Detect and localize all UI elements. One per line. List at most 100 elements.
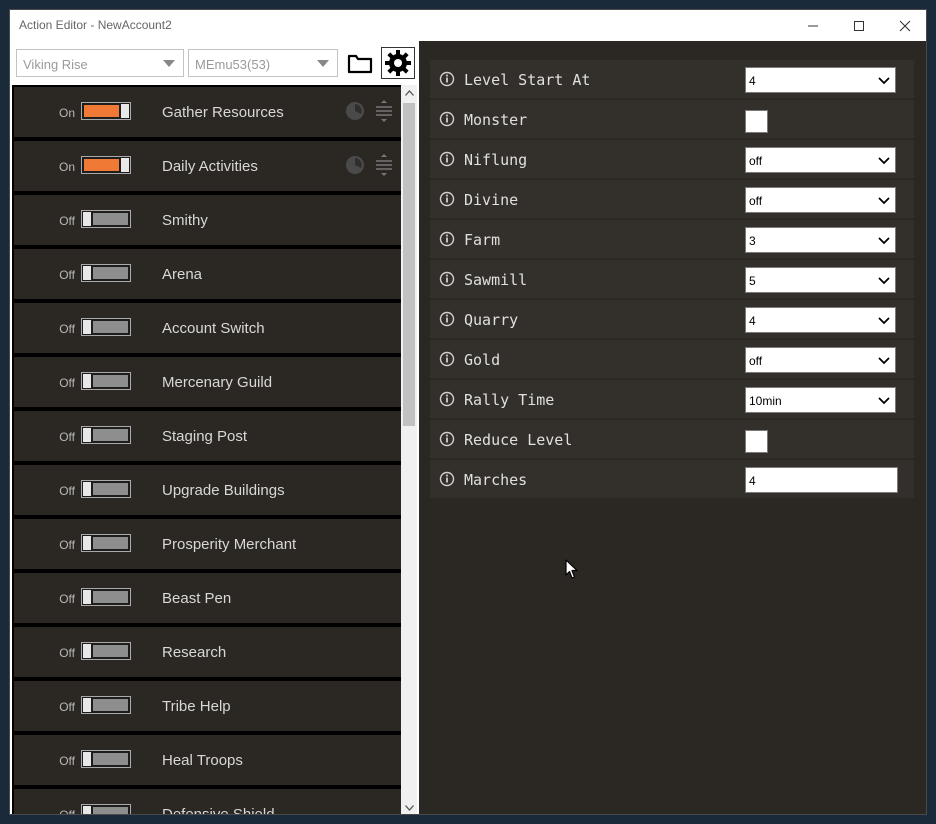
action-row[interactable]: Off Smithy	[14, 195, 401, 245]
info-icon[interactable]	[439, 151, 455, 167]
action-label: Heal Troops	[162, 752, 243, 769]
action-state-label: Off	[59, 754, 75, 768]
property-checkbox[interactable]	[745, 110, 768, 133]
property-select-value: off	[749, 154, 763, 168]
property-select[interactable]: off	[745, 347, 896, 373]
property-name: Farm	[464, 231, 501, 249]
property-select-value: off	[749, 194, 763, 208]
action-toggle[interactable]	[81, 372, 131, 390]
property-select-value: 4	[749, 74, 756, 88]
action-row[interactable]: Off Heal Troops	[14, 735, 401, 785]
action-row[interactable]: Off Staging Post	[14, 411, 401, 461]
action-row[interactable]: Off Account Switch	[14, 303, 401, 353]
info-icon[interactable]	[439, 351, 455, 367]
action-toggle[interactable]	[81, 102, 131, 120]
drag-handle-icon[interactable]	[374, 99, 394, 123]
info-icon[interactable]	[439, 311, 455, 327]
action-label: Beast Pen	[162, 590, 232, 607]
gear-icon	[385, 50, 411, 76]
action-toggle[interactable]	[81, 264, 131, 282]
action-toggle[interactable]	[81, 480, 131, 498]
property-name: Sawmill	[464, 271, 528, 289]
property-text-input[interactable]: 4	[745, 467, 898, 493]
property-select[interactable]: 10min	[745, 387, 896, 413]
scrollbar-thumb[interactable]	[403, 103, 415, 426]
info-icon[interactable]	[439, 471, 455, 487]
game-select[interactable]: Viking Rise	[16, 49, 184, 77]
action-toggle[interactable]	[81, 588, 131, 606]
property-row: Level Start At 4	[430, 60, 914, 98]
action-state-label: Off	[59, 430, 75, 444]
action-state-label: Off	[59, 376, 75, 390]
chevron-down-icon	[878, 234, 890, 248]
property-name: Marches	[464, 471, 528, 489]
property-checkbox[interactable]	[745, 430, 768, 453]
action-list-scrollbar[interactable]	[401, 85, 417, 814]
action-toggle[interactable]	[81, 156, 131, 174]
action-state-label: Off	[59, 646, 75, 660]
property-row: Reduce Level	[430, 420, 914, 458]
action-state-label: Off	[59, 808, 75, 815]
action-row[interactable]: Off Research	[14, 627, 401, 677]
emulator-select[interactable]: MEmu53(53)	[188, 49, 338, 77]
open-folder-button[interactable]	[343, 47, 377, 79]
action-row[interactable]: Off Tribe Help	[14, 681, 401, 731]
property-select[interactable]: 4	[745, 67, 896, 93]
info-icon[interactable]	[439, 111, 455, 127]
action-toggle[interactable]	[81, 642, 131, 660]
action-toggle[interactable]	[81, 804, 131, 814]
action-row[interactable]: Off Defensive Shield	[14, 789, 401, 815]
settings-button[interactable]	[381, 47, 415, 79]
property-row: Niflung off	[430, 140, 914, 178]
action-row[interactable]: Off Arena	[14, 249, 401, 299]
action-toggle[interactable]	[81, 318, 131, 336]
action-label: Smithy	[162, 212, 208, 229]
close-button[interactable]	[882, 10, 926, 41]
action-toggle[interactable]	[81, 210, 131, 228]
property-select[interactable]: off	[745, 187, 896, 213]
property-name: Monster	[464, 111, 528, 129]
info-icon[interactable]	[439, 271, 455, 287]
scroll-down-button[interactable]	[401, 800, 417, 814]
action-toggle[interactable]	[81, 750, 131, 768]
action-toggle[interactable]	[81, 696, 131, 714]
info-icon[interactable]	[439, 231, 455, 247]
property-select[interactable]: 5	[745, 267, 896, 293]
action-row[interactable]: On Gather Resources	[14, 87, 401, 137]
action-row[interactable]: Off Beast Pen	[14, 573, 401, 623]
action-state-label: Off	[59, 700, 75, 714]
chevron-down-icon	[878, 314, 890, 328]
property-select[interactable]: 3	[745, 227, 896, 253]
mouse-cursor-icon	[565, 559, 578, 579]
property-name: Rally Time	[464, 391, 555, 409]
game-select-value: Viking Rise	[23, 57, 88, 72]
action-toggle[interactable]	[81, 426, 131, 444]
close-icon	[899, 20, 911, 31]
folder-icon	[347, 54, 373, 74]
schedule-clock-icon[interactable]	[345, 155, 365, 175]
action-row[interactable]: Off Upgrade Buildings	[14, 465, 401, 515]
chevron-down-icon	[878, 394, 890, 408]
maximize-button[interactable]	[836, 10, 882, 41]
action-row[interactable]: Off Mercenary Guild	[14, 357, 401, 407]
action-properties-panel: Level Start At 4 Monster Niflung off Divine of…	[419, 41, 926, 814]
property-input-value: 4	[749, 474, 756, 488]
action-row[interactable]: On Daily Activities	[14, 141, 401, 191]
property-select[interactable]: 4	[745, 307, 896, 333]
action-label: Upgrade Buildings	[162, 482, 285, 499]
chevron-down-icon	[878, 154, 890, 168]
minimize-button[interactable]	[790, 10, 836, 41]
action-state-label: Off	[59, 538, 75, 552]
action-row[interactable]: Off Prosperity Merchant	[14, 519, 401, 569]
info-icon[interactable]	[439, 191, 455, 207]
drag-handle-icon[interactable]	[374, 153, 394, 177]
scroll-up-button[interactable]	[401, 85, 417, 101]
action-toggle[interactable]	[81, 534, 131, 552]
property-select[interactable]: off	[745, 147, 896, 173]
action-label: Arena	[162, 266, 203, 283]
info-icon[interactable]	[439, 71, 455, 87]
info-icon[interactable]	[439, 431, 455, 447]
property-name: Reduce Level	[464, 431, 573, 449]
schedule-clock-icon[interactable]	[345, 101, 365, 121]
info-icon[interactable]	[439, 391, 455, 407]
